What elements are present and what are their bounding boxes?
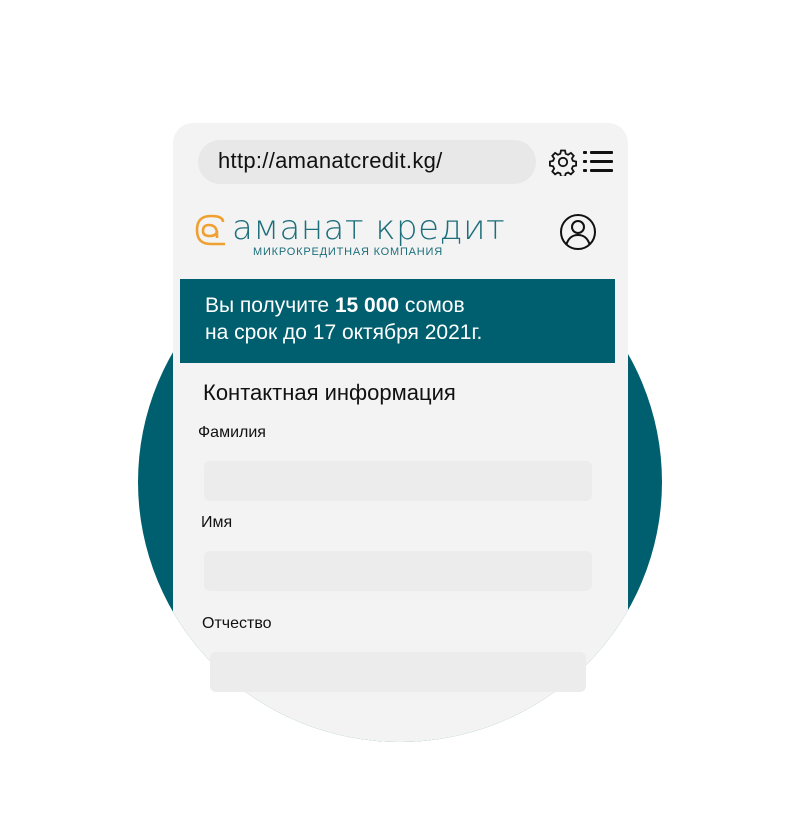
section-title: Контактная информация (203, 380, 456, 405)
offer-amount: 15 000 (334, 294, 400, 317)
patronymic-label: Отчество (202, 615, 272, 632)
name-field[interactable] (204, 551, 592, 591)
brand-name: аманат кредит (232, 208, 506, 248)
surname-field[interactable] (204, 461, 592, 501)
address-bar-url: http://amanatcredit.kg/ (218, 148, 443, 173)
amanat-logo-icon (195, 214, 225, 246)
offer-line-1: Вы получите 15 000 сомов (205, 294, 465, 318)
loan-offer-banner: Вы получите 15 000 сомов на срок до 17 о… (180, 279, 615, 363)
list-menu-icon[interactable] (583, 150, 613, 174)
gear-icon[interactable] (549, 148, 577, 176)
offer-line-2: на срок до 17 октября 2021г. (205, 321, 483, 344)
user-account-icon[interactable] (559, 213, 597, 251)
offer-currency: сомов (399, 294, 465, 317)
name-label: Имя (201, 514, 233, 531)
brand-tagline: МИКРОКРЕДИТНАЯ КОМПАНИЯ (253, 246, 444, 258)
offer-prefix: Вы получите (205, 294, 335, 317)
surname-label: Фамилия (198, 424, 266, 441)
patronymic-field[interactable] (210, 652, 586, 692)
